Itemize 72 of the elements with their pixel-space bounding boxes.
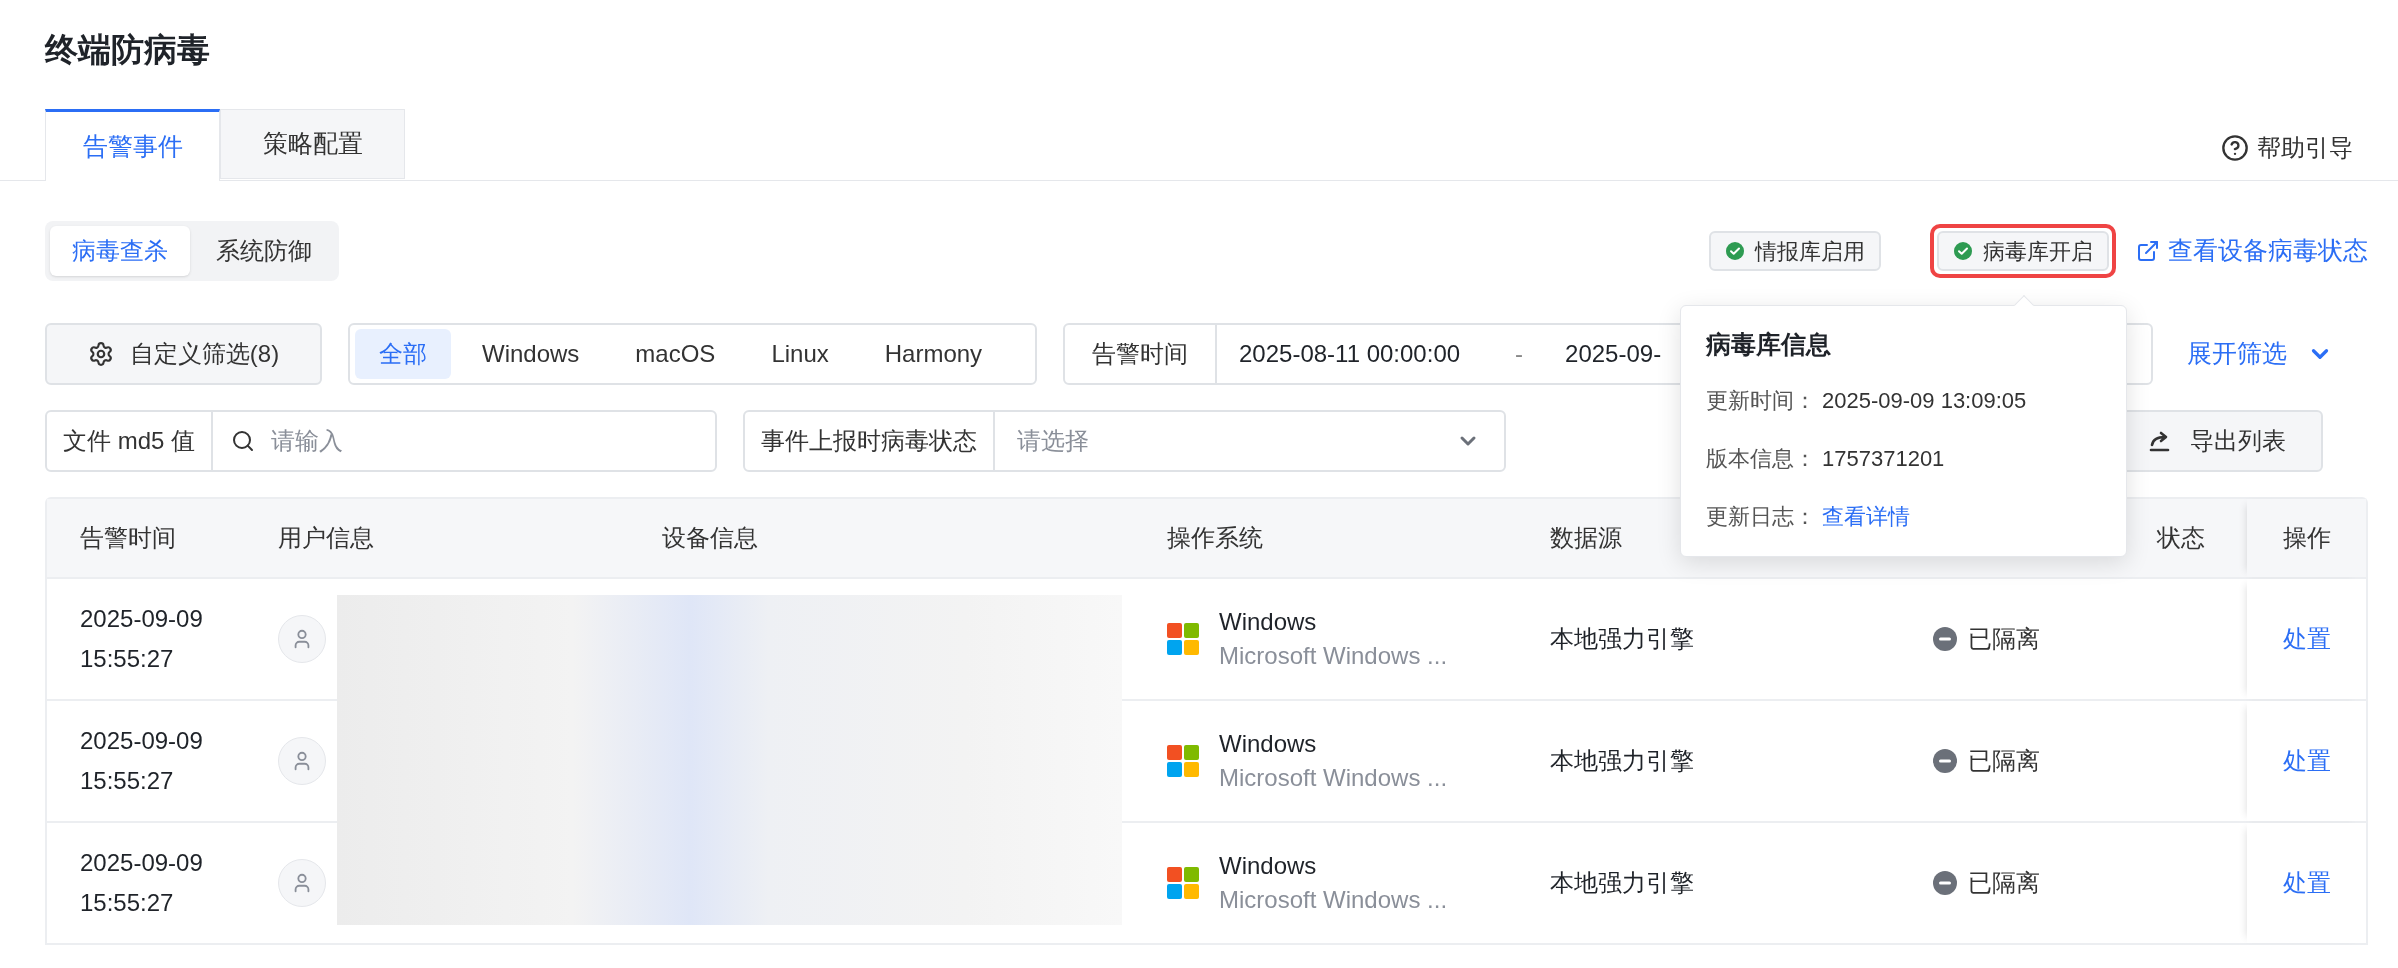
column-header: 用户信息 [278,524,374,551]
os-option[interactable]: macOS [610,329,741,379]
table-cell-text: 2025-09-09 15:55:27 [80,726,204,796]
minus-circle-icon [1932,626,1958,652]
filter-label: 告警时间 [1065,325,1217,383]
windows-logo-icon [1167,623,1199,655]
table-cell-text: 2025-09-09 15:55:27 [80,848,204,918]
field-value: 2025-09-09 13:09:05 [1822,387,2027,415]
table-cell-text: 2025-09-09 15:55:27 [80,604,204,674]
mode-option[interactable]: 病毒查杀 [50,226,190,276]
status-select[interactable]: 事件上报时病毒状态 请选择 [743,410,1506,472]
table-cell: 本地强力引擎 [1550,747,1694,774]
column-header: 告警时间 [80,524,176,551]
avatar-icon [278,737,326,785]
os-version: Microsoft Windows ... [1219,641,1448,671]
column-header: 操作 [2282,523,2331,553]
column-header: 设备信息 [662,524,758,551]
status-badge[interactable]: 病毒库开启 [1937,231,2109,271]
field-label: 版本信息： [1706,445,1816,473]
range-separator: - [1515,339,1524,369]
os-version: Microsoft Windows ... [1219,763,1448,793]
os-name: Windows [1219,851,1318,881]
search-icon [231,429,256,453]
windows-logo-icon [1167,867,1199,899]
custom-filter-button[interactable]: 自定义筛选(8) [45,323,322,385]
mode-option[interactable]: 系统防御 [194,226,334,276]
os-name: Windows [1219,607,1318,637]
status-text: 已隔离 [1968,624,2040,654]
start-date: 2025-08-11 00:00:00 [1239,339,1461,369]
search-field[interactable]: 请输入 [271,423,715,459]
device-status-link[interactable]: 查看设备病毒状态 [2136,232,2368,270]
page-title: 终端防病毒 [45,30,211,70]
tab[interactable]: 策略配置 [220,109,405,179]
status-text: 已隔离 [1968,868,2040,898]
windows-logo-icon [1167,745,1199,777]
handle-link[interactable]: 处置 [2282,621,2331,657]
field-value: 1757371201 [1822,445,1945,473]
help-link[interactable]: 帮助引导 [2221,130,2353,166]
os-option[interactable]: Linux [746,329,854,379]
os-option[interactable]: 全部 [355,329,451,379]
status-badge[interactable]: 情报库启用 [1709,231,1881,271]
column-header: 状态 [2157,524,2205,551]
filter-label: 事件上报时病毒状态 [745,412,995,470]
share-icon [2148,430,2172,452]
column-header: 数据源 [1550,524,1622,551]
column-header: 操作系统 [1167,524,1263,551]
handle-link[interactable]: 处置 [2282,865,2331,901]
select-placeholder: 请选择 [1017,426,1090,456]
field-label: 更新日志： [1706,503,1816,531]
md5-search-field[interactable]: 文件 md5 值 请输入 [45,410,717,472]
avatar-icon [278,859,326,907]
table-cell: 本地强力引擎 [1550,625,1694,652]
table-cell: 本地强力引擎 [1550,869,1694,896]
expand-filter-button[interactable]: 展开筛选 [2187,335,2333,373]
handle-link[interactable]: 处置 [2282,743,2331,779]
details-link[interactable]: 查看详情 [1822,500,1910,534]
field-label: 更新时间： [1706,387,1816,415]
external-link-icon [2136,239,2160,263]
settings-icon [87,341,114,367]
os-option[interactable]: Windows [457,329,605,379]
os-option[interactable]: Harmony [859,329,1008,379]
avatar-icon [278,615,326,663]
help-icon [2221,134,2249,162]
status-text: 已隔离 [1968,746,2040,776]
filter-label: 文件 md5 值 [47,412,214,470]
tab[interactable]: 告警事件 [45,109,220,181]
os-version: Microsoft Windows ... [1219,885,1448,915]
os-name: Windows [1219,729,1318,759]
popover-title: 病毒库信息 [1706,329,1832,360]
end-date: 2025-09- [1565,339,1662,369]
minus-circle-icon [1932,748,1958,774]
minus-circle-icon [1932,870,1958,896]
